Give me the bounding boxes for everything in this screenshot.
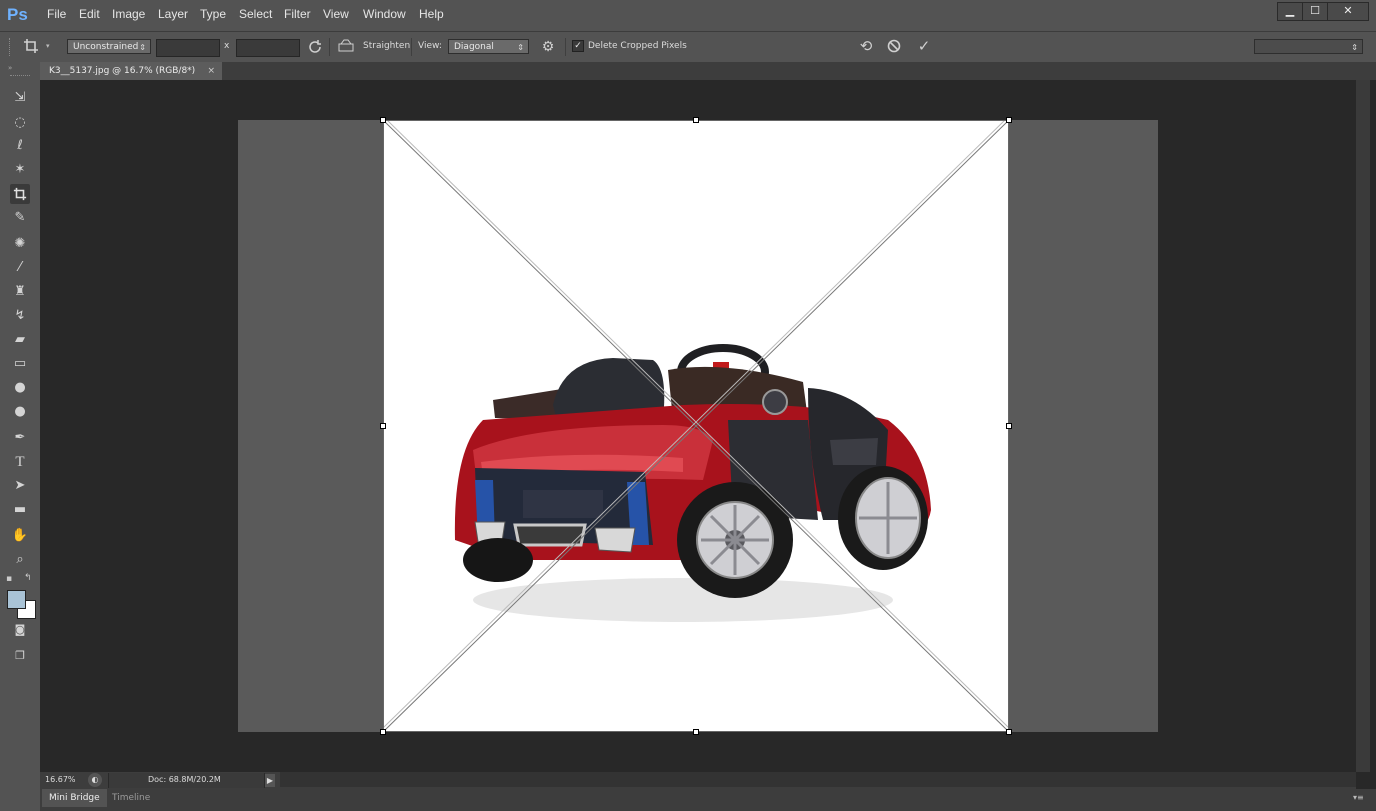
crop-handle-left[interactable] bbox=[380, 423, 386, 429]
tools-panel: » ⇲ ◌ ℓ ✶ ✎ ✺ ⁄ ♜ ↯ ▰ ▭ ● ● ✒ T ➤ ▬ ✋ ⌕ … bbox=[0, 62, 41, 811]
crop-handle-top[interactable] bbox=[693, 117, 699, 123]
swap-dimensions-icon[interactable] bbox=[306, 39, 324, 59]
maximize-button[interactable]: ☐ bbox=[1302, 2, 1328, 21]
zoom-level[interactable]: 16.67% bbox=[45, 775, 76, 784]
minimize-button[interactable]: ▁ bbox=[1277, 2, 1303, 21]
blur-tool-icon[interactable]: ● bbox=[10, 378, 30, 398]
document-size: Doc: 68.8M/20.2M bbox=[148, 775, 221, 784]
eraser-tool-icon[interactable]: ▰ bbox=[10, 330, 30, 350]
path-selection-tool-icon[interactable]: ➤ bbox=[10, 476, 30, 496]
crop-handle-bottom-right[interactable] bbox=[1006, 729, 1012, 735]
divider bbox=[411, 38, 412, 56]
screen-mode-icon[interactable]: ❐ bbox=[10, 646, 30, 666]
dodge-tool-icon[interactable]: ● bbox=[10, 402, 30, 422]
clone-stamp-tool-icon[interactable]: ♜ bbox=[10, 282, 30, 302]
swap-colors-icon[interactable]: ↰ bbox=[24, 573, 32, 583]
reset-crop-icon[interactable]: ⟲ bbox=[857, 38, 875, 54]
crop-handle-right[interactable] bbox=[1006, 423, 1012, 429]
crop-tool-preset-icon[interactable] bbox=[22, 38, 40, 58]
document-canvas[interactable] bbox=[383, 120, 1009, 732]
document-tab[interactable]: K3__5137.jpg @ 16.7% (RGB/8*) × bbox=[40, 62, 222, 80]
close-tab-icon[interactable]: × bbox=[207, 62, 215, 80]
ratio-dropdown-label: Unconstrained bbox=[73, 42, 139, 52]
delete-cropped-label[interactable]: Delete Cropped Pixels bbox=[588, 41, 687, 51]
status-menu-arrow-icon[interactable]: ▶ bbox=[265, 774, 275, 787]
product-photo-car bbox=[383, 120, 1009, 732]
marquee-tool-icon[interactable]: ◌ bbox=[10, 113, 30, 133]
lasso-tool-icon[interactable]: ℓ bbox=[10, 136, 30, 156]
menu-select[interactable]: Select bbox=[239, 7, 272, 21]
ratio-dropdown[interactable]: Unconstrained ⇕ bbox=[67, 39, 151, 54]
menu-type[interactable]: Type bbox=[200, 7, 226, 21]
overlay-view-dropdown[interactable]: Diagonal ⇕ bbox=[448, 39, 529, 54]
dimension-separator: x bbox=[224, 41, 230, 51]
zoom-tool-icon[interactable]: ⌕ bbox=[10, 550, 30, 570]
status-info-icon[interactable]: ◐ bbox=[88, 773, 102, 787]
menu-edit[interactable]: Edit bbox=[79, 7, 100, 21]
bottom-panel-bar bbox=[40, 789, 1376, 811]
menu-bar: Ps File Edit Image Layer Type Select Fil… bbox=[0, 0, 1376, 32]
divider bbox=[565, 38, 566, 56]
horizontal-scrollbar[interactable] bbox=[280, 772, 1356, 787]
divider bbox=[329, 38, 330, 56]
document-tab-bar bbox=[40, 62, 1376, 80]
close-window-button[interactable]: ✕ bbox=[1327, 2, 1369, 21]
tab-mini-bridge[interactable]: Mini Bridge bbox=[42, 789, 107, 807]
cancel-crop-icon[interactable] bbox=[885, 39, 903, 57]
pen-tool-icon[interactable]: ✒ bbox=[10, 428, 30, 448]
magic-wand-tool-icon[interactable]: ✶ bbox=[10, 160, 30, 180]
eyedropper-tool-icon[interactable]: ✎ bbox=[10, 208, 30, 228]
tab-timeline[interactable]: Timeline bbox=[105, 789, 157, 807]
document-tab-title: K3__5137.jpg @ 16.7% (RGB/8*) bbox=[49, 66, 196, 76]
chevron-updown-icon: ⇕ bbox=[517, 43, 524, 52]
brush-tool-icon[interactable]: ⁄ bbox=[10, 258, 30, 278]
default-colors-icon[interactable]: ▪ bbox=[6, 574, 12, 584]
crop-handle-top-right[interactable] bbox=[1006, 117, 1012, 123]
crop-tool-icon[interactable] bbox=[10, 184, 30, 204]
photoshop-logo: Ps bbox=[7, 5, 28, 24]
straighten-label[interactable]: Straighten bbox=[363, 41, 410, 51]
gear-icon[interactable]: ⚙ bbox=[539, 39, 557, 55]
collapse-panel-icon[interactable]: » bbox=[8, 64, 12, 72]
menu-file[interactable]: File bbox=[47, 7, 66, 21]
delete-cropped-checkbox[interactable]: ✓ bbox=[572, 40, 584, 52]
menu-layer[interactable]: Layer bbox=[158, 7, 188, 21]
chevron-updown-icon: ⇕ bbox=[139, 43, 146, 52]
foreground-color-swatch[interactable] bbox=[7, 590, 26, 609]
view-label: View: bbox=[418, 41, 442, 51]
overlay-view-value: Diagonal bbox=[454, 42, 494, 52]
crop-height-input[interactable] bbox=[236, 39, 300, 57]
menu-help[interactable]: Help bbox=[419, 7, 444, 21]
crop-width-input[interactable] bbox=[156, 39, 220, 57]
quick-mask-icon[interactable]: ◙ bbox=[10, 620, 30, 640]
commit-crop-icon[interactable]: ✓ bbox=[915, 38, 933, 54]
hand-tool-icon[interactable]: ✋ bbox=[10, 526, 30, 546]
spot-healing-tool-icon[interactable]: ✺ bbox=[10, 234, 30, 254]
menu-view[interactable]: View bbox=[323, 7, 349, 21]
type-tool-icon[interactable]: T bbox=[10, 452, 30, 472]
vertical-scrollbar[interactable] bbox=[1356, 80, 1370, 772]
crop-handle-bottom-left[interactable] bbox=[380, 729, 386, 735]
gradient-tool-icon[interactable]: ▭ bbox=[10, 354, 30, 374]
workspace-dropdown[interactable]: ⇕ bbox=[1254, 39, 1363, 54]
options-bar: ▾ Unconstrained ⇕ x Straighten View: Diag… bbox=[0, 32, 1376, 63]
history-brush-tool-icon[interactable]: ↯ bbox=[10, 306, 30, 326]
crop-handle-top-left[interactable] bbox=[380, 117, 386, 123]
options-grip[interactable] bbox=[9, 38, 12, 56]
panel-grip[interactable] bbox=[10, 75, 30, 76]
chevron-updown-icon: ⇕ bbox=[1351, 43, 1358, 52]
menu-window[interactable]: Window bbox=[363, 7, 406, 21]
move-tool-icon[interactable]: ⇲ bbox=[10, 88, 30, 108]
preset-dropdown-arrow-icon[interactable]: ▾ bbox=[46, 42, 50, 50]
straighten-icon[interactable] bbox=[337, 39, 355, 57]
menu-filter[interactable]: Filter bbox=[284, 7, 311, 21]
rectangle-tool-icon[interactable]: ▬ bbox=[10, 500, 30, 520]
panel-menu-icon[interactable]: ▾≡ bbox=[1353, 793, 1364, 802]
crop-handle-bottom[interactable] bbox=[693, 729, 699, 735]
menu-image[interactable]: Image bbox=[112, 7, 145, 21]
